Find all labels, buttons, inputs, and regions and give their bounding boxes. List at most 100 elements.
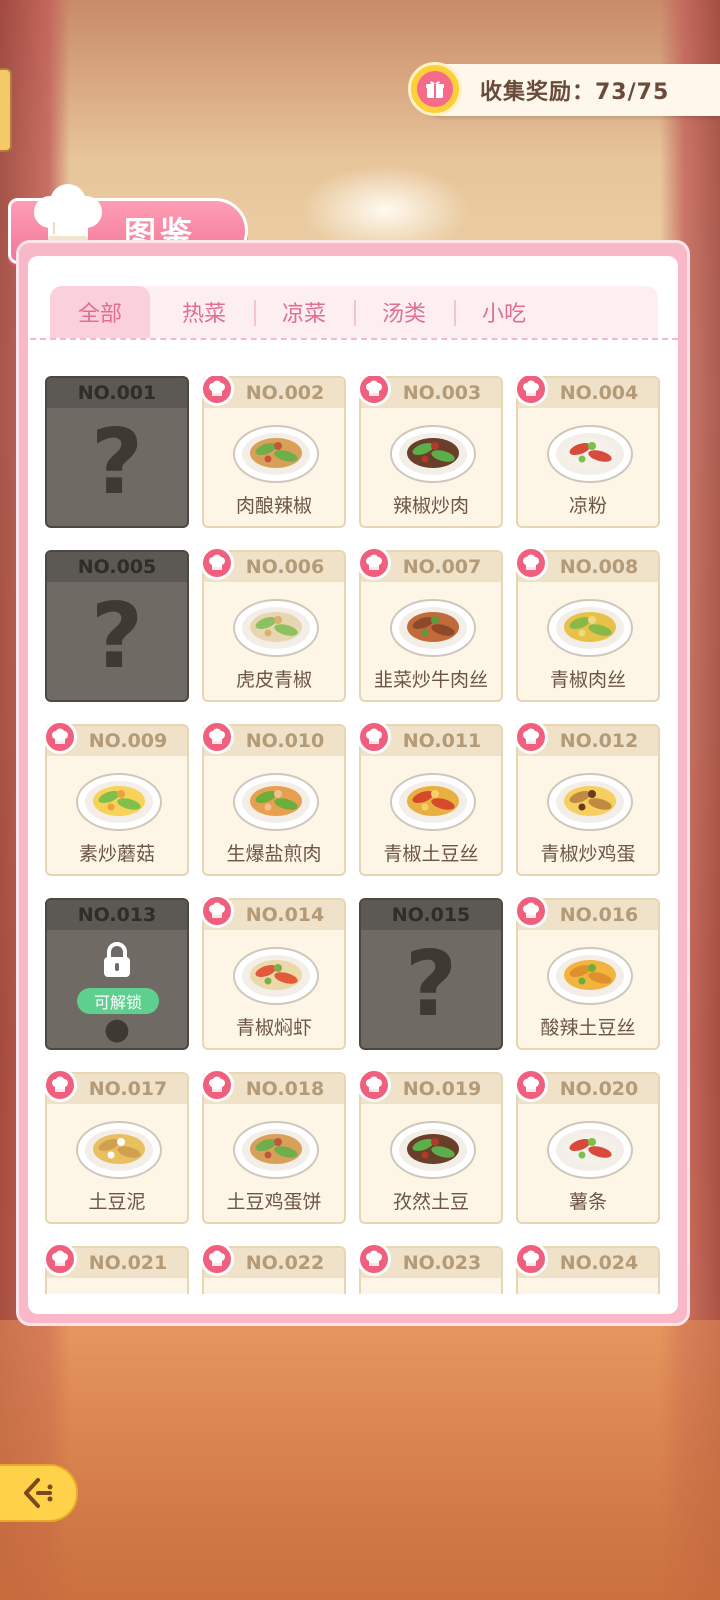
chef-hat-badge-icon [357,1068,391,1102]
chef-hat-badge-icon [514,894,548,928]
category-tabs: 全部 热菜 凉菜 汤类 小吃 [50,286,658,338]
dish-card[interactable]: NO.016 酸辣土豆丝 [514,894,660,1050]
gift-icon [408,62,462,116]
tab-snacks[interactable]: 小吃 [454,286,554,338]
dish-name: 素炒蘑菇 [78,843,155,865]
chef-hat-badge-icon [200,1068,234,1102]
dish-name: 生爆盐煎肉 [226,843,322,865]
dish-card[interactable]: NO.017 土豆泥 [44,1068,189,1224]
dish-image [232,764,320,834]
chef-hat-badge-icon [200,1242,234,1276]
collection-reward-button[interactable]: 收集奖励：73/75 [408,62,720,116]
question-mark-icon: ? [90,410,144,515]
dish-name: 辣椒炒肉 [392,495,469,517]
dish-card[interactable]: NO.022 [200,1242,346,1294]
dish-image [232,1286,320,1294]
dish-image [546,1286,634,1294]
dish-card[interactable]: NO.003 辣椒炒肉 [357,376,503,528]
dish-name: 酸辣土豆丝 [540,1017,636,1039]
dish-number: NO.015 [361,900,501,930]
dish-card[interactable]: NO.001? [45,376,189,528]
dish-grid[interactable]: NO.001? NO.002 肉酿辣椒 NO.003 辣椒炒肉 NO.004 凉粉 NO.00… [44,376,664,1294]
chef-hat-badge-icon [357,720,391,754]
question-mark-icon: ? [404,932,458,1037]
dish-image [232,1112,320,1182]
chef-hat-badge-icon [44,720,77,754]
dish-number: NO.013 [47,900,187,930]
dish-card[interactable]: NO.004 凉粉 [514,376,660,528]
dish-card[interactable]: NO.008 青椒肉丝 [514,546,660,702]
chef-hat-badge-icon [200,720,234,754]
dish-image [546,416,634,486]
dish-image [546,590,634,660]
side-edge-button[interactable] [0,68,12,152]
dish-card[interactable]: NO.012 青椒炒鸡蛋 [514,720,660,876]
chef-hat-badge-icon [514,720,548,754]
dish-image [75,1112,163,1182]
dish-name: 孜然土豆 [392,1191,469,1213]
dish-image [389,590,477,660]
dish-card[interactable]: NO.007 韭菜炒牛肉丝 [357,546,503,702]
dish-card[interactable]: NO.018 土豆鸡蛋饼 [200,1068,346,1224]
chef-hat-badge-icon [200,546,234,580]
tab-soups[interactable]: 汤类 [354,286,454,338]
dish-card[interactable]: NO.021 [44,1242,189,1294]
dish-name: 薯条 [568,1191,607,1213]
dish-name: 青椒焖虾 [235,1017,312,1039]
dish-card[interactable]: NO.020 薯条 [514,1068,660,1224]
dish-image [546,938,634,1008]
dish-name: 青椒肉丝 [549,669,626,691]
dish-image [546,764,634,834]
back-arrow-icon [24,1478,53,1508]
dish-name: 土豆泥 [88,1191,146,1213]
chef-hat-badge-icon [200,894,234,928]
dish-card[interactable]: NO.011 青椒土豆丝 [357,720,503,876]
dish-card[interactable]: NO.006 虎皮青椒 [200,546,346,702]
dish-image [75,764,163,834]
dish-image [389,764,477,834]
dish-name: 肉酿辣椒 [235,495,312,517]
tab-all[interactable]: 全部 [50,286,150,338]
dish-card[interactable]: NO.014 青椒焖虾 [200,894,346,1050]
unlockable-badge[interactable]: 可解锁 [77,988,159,1014]
dish-image [75,1286,163,1294]
dish-name: 土豆鸡蛋饼 [226,1191,322,1213]
chef-hat-badge-icon [44,1068,77,1102]
chef-hat-badge-icon [357,1242,391,1276]
dish-name: 青椒土豆丝 [383,843,479,865]
background-floor [0,1320,720,1600]
dish-image [389,1286,477,1294]
dish-image [232,938,320,1008]
tab-hot-dishes[interactable]: 热菜 [154,286,254,338]
dish-card[interactable]: NO.010 生爆盐煎肉 [200,720,346,876]
dish-card[interactable]: NO.024 [514,1242,660,1294]
collection-reward-label: 收集奖励：73/75 [480,80,670,105]
dish-name: 虎皮青椒 [235,669,312,691]
question-mark-icon: ? [90,584,144,689]
dish-card[interactable]: NO.002 肉酿辣椒 [200,376,346,528]
chef-hat-badge-icon [357,546,391,580]
dish-name: 青椒炒鸡蛋 [540,843,636,865]
dish-card[interactable]: NO.009 素炒蘑菇 [44,720,189,876]
back-button[interactable] [0,1464,78,1522]
dish-name: 凉粉 [568,495,607,517]
dish-number: NO.001 [47,378,187,408]
chef-hat-badge-icon [514,1242,548,1276]
dish-card[interactable]: NO.019 孜然土豆 [357,1068,503,1224]
dish-image [389,1112,477,1182]
question-mark-icon: ● [103,1012,131,1047]
dish-name: 韭菜炒牛肉丝 [373,669,488,691]
dish-image [232,590,320,660]
dish-card[interactable]: NO.023 [357,1242,503,1294]
dish-image [232,416,320,486]
tab-cold-dishes[interactable]: 凉菜 [254,286,354,338]
lock-icon [47,940,187,984]
dish-number: NO.005 [47,552,187,582]
dish-card[interactable]: NO.013 可解锁 ● [45,898,189,1050]
chef-hat-badge-icon [514,1068,548,1102]
chef-hat-badge-icon [44,1242,77,1276]
dish-card[interactable]: NO.005? [45,550,189,702]
dish-card[interactable]: NO.015? [359,898,503,1050]
chef-hat-badge-icon [514,546,548,580]
dish-image [546,1112,634,1182]
